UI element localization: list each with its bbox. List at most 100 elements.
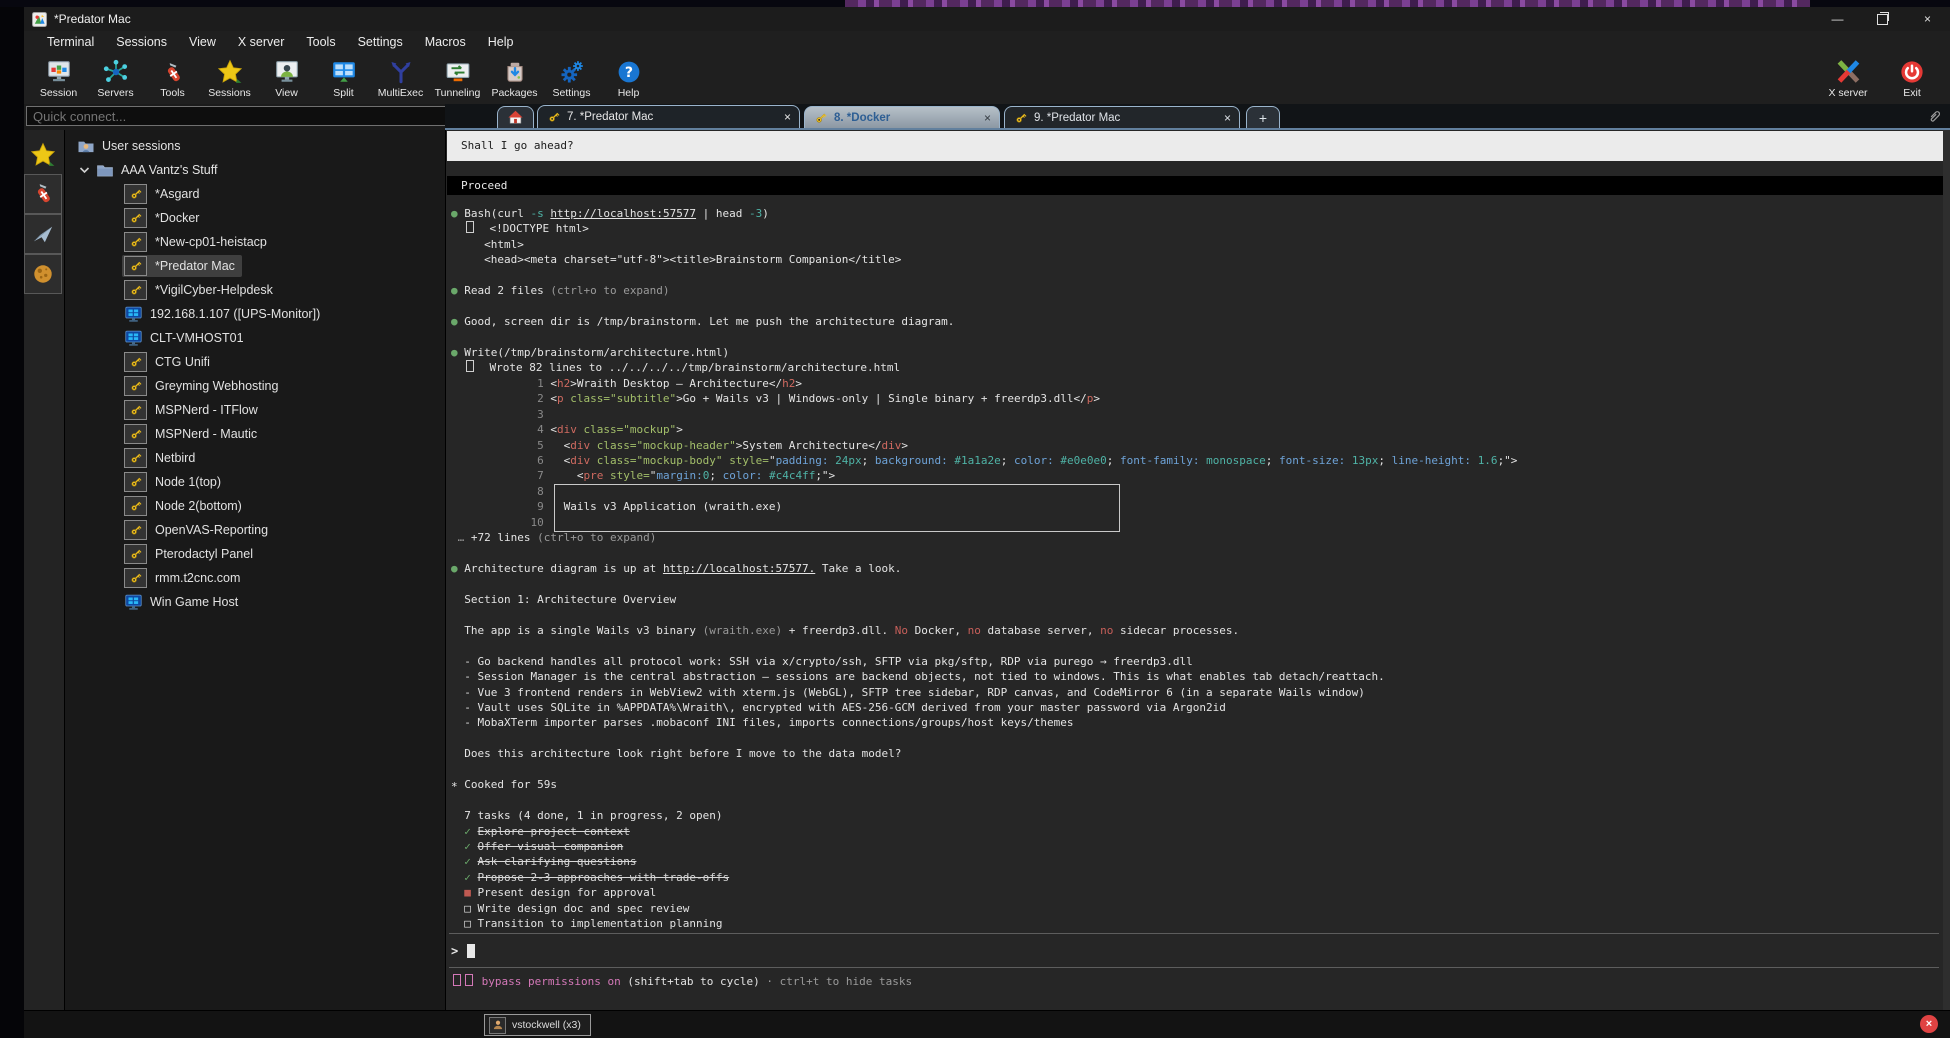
minimize-button[interactable]: — bbox=[1815, 7, 1860, 31]
key-icon bbox=[124, 568, 147, 588]
status-bar: vstockwell (x3) × bbox=[24, 1010, 1950, 1038]
toolbar-packages-button[interactable]: Packages bbox=[486, 53, 543, 103]
rdp-icon bbox=[124, 330, 143, 347]
quick-connect-input[interactable] bbox=[26, 106, 449, 126]
macros-panel-tab[interactable] bbox=[24, 214, 62, 254]
terminal-line: ● Bash(curl -s http://localhost:57577 | … bbox=[451, 206, 1941, 221]
key-icon bbox=[124, 184, 147, 204]
notification-close-button[interactable]: × bbox=[1920, 1015, 1938, 1033]
new-tab-button[interactable]: + bbox=[1246, 106, 1280, 128]
star-icon bbox=[217, 53, 243, 85]
quick-connect-row bbox=[24, 104, 445, 130]
terminal-line: The app is a single Wails v3 binary (wra… bbox=[451, 623, 1941, 638]
tree-item-netbird[interactable]: Netbird bbox=[65, 446, 445, 470]
terminal-scrollbar[interactable] bbox=[1943, 130, 1950, 1010]
terminal-line bbox=[451, 793, 1941, 808]
toolbar-tools-button[interactable]: Tools bbox=[144, 53, 201, 103]
toolbar-help-button[interactable]: ?Help bbox=[600, 53, 657, 103]
packages-icon bbox=[502, 53, 528, 85]
menu-x-server[interactable]: X server bbox=[227, 35, 296, 49]
terminal-line: 2 <p class="subtitle">Go + Wails v3 | Wi… bbox=[451, 391, 1941, 406]
mobaxterm-screen: *Predator Mac — × TerminalSessionsViewX … bbox=[0, 0, 1950, 1038]
toolbar-split-button[interactable]: Split bbox=[315, 53, 372, 103]
menu-view[interactable]: View bbox=[178, 35, 227, 49]
tree-item-ctg-unifi[interactable]: CTG Unifi bbox=[65, 350, 445, 374]
menu-settings[interactable]: Settings bbox=[347, 35, 414, 49]
tree-item-win-game-host[interactable]: Win Game Host bbox=[65, 590, 445, 614]
key-icon bbox=[124, 280, 147, 300]
prompt-divider-bottom bbox=[449, 967, 1939, 968]
terminal-line bbox=[451, 731, 1941, 746]
user-session-button[interactable]: vstockwell (x3) bbox=[484, 1014, 591, 1036]
tree-item-mspnerd-mautic[interactable]: MSPNerd - Mautic bbox=[65, 422, 445, 446]
tab-close-icon[interactable]: × bbox=[1216, 111, 1231, 125]
tree-item-asgard[interactable]: *Asgard bbox=[65, 182, 445, 206]
toolbar-sessions-button[interactable]: Sessions bbox=[201, 53, 258, 103]
tree-item-node-1-top[interactable]: Node 1(top) bbox=[65, 470, 445, 494]
tree-item-user-sessions[interactable]: User sessions bbox=[65, 134, 445, 158]
menu-sessions[interactable]: Sessions bbox=[105, 35, 178, 49]
toolbar-x-server-button[interactable]: X server bbox=[1816, 53, 1880, 103]
toolbar-label: X server bbox=[1828, 87, 1867, 99]
menu-macros[interactable]: Macros bbox=[414, 35, 477, 49]
terminal-line bbox=[451, 330, 1941, 345]
terminal-area[interactable]: Shall I go ahead? Proceed ● Bash(curl -s… bbox=[445, 130, 1950, 1010]
key-icon bbox=[124, 208, 147, 228]
chevron-down-icon[interactable] bbox=[79, 166, 90, 174]
maximize-button[interactable] bbox=[1860, 7, 1905, 31]
tab-7-predator-mac[interactable]: 7. *Predator Mac × bbox=[537, 105, 800, 128]
prompt-line[interactable]: > bbox=[451, 938, 475, 964]
rdp-icon bbox=[124, 306, 143, 323]
house-icon bbox=[507, 109, 524, 126]
terminal-line bbox=[451, 546, 1941, 561]
proceed-option[interactable]: Proceed bbox=[447, 176, 1950, 195]
sessions-panel-tab[interactable] bbox=[24, 136, 62, 174]
toolbar-servers-button[interactable]: Servers bbox=[87, 53, 144, 103]
tree-item-predator-mac[interactable]: *Predator Mac bbox=[65, 254, 445, 278]
tree-item-label: Node 1(top) bbox=[155, 475, 221, 489]
menu-terminal[interactable]: Terminal bbox=[36, 35, 105, 49]
menu-tools[interactable]: Tools bbox=[295, 35, 346, 49]
tree-item-mspnerd-itflow[interactable]: MSPNerd - ITFlow bbox=[65, 398, 445, 422]
tree-item-aaa-vantz-s-stuff[interactable]: AAA Vantz's Stuff bbox=[65, 158, 445, 182]
key-icon bbox=[124, 232, 147, 252]
toolbar-settings-button[interactable]: Settings bbox=[543, 53, 600, 103]
toolbar-exit-button[interactable]: Exit bbox=[1880, 53, 1944, 103]
tree-item-vigilcyber-helpdesk[interactable]: *VigilCyber-Helpdesk bbox=[65, 278, 445, 302]
tree-item-label: Win Game Host bbox=[150, 595, 238, 609]
globe-icon bbox=[32, 263, 54, 285]
close-button[interactable]: × bbox=[1905, 7, 1950, 31]
toolbar-view-button[interactable]: View bbox=[258, 53, 315, 103]
key-icon bbox=[124, 520, 147, 540]
attachment-icon[interactable] bbox=[1927, 109, 1942, 129]
tree-item-pterodactyl-panel[interactable]: Pterodactyl Panel bbox=[65, 542, 445, 566]
tree-item-node-2-bottom[interactable]: Node 2(bottom) bbox=[65, 494, 445, 518]
tree-item-greyming-webhosting[interactable]: Greyming Webhosting bbox=[65, 374, 445, 398]
tree-item-docker[interactable]: *Docker bbox=[65, 206, 445, 230]
terminal-line: ✓ Explore project context bbox=[451, 824, 1941, 839]
home-tab[interactable] bbox=[497, 106, 534, 128]
terminal-line bbox=[451, 638, 1941, 653]
tab-9-predator-mac[interactable]: 9. *Predator Mac× bbox=[1004, 106, 1240, 128]
tree-item-clt-vmhost01[interactable]: CLT-VMHOST01 bbox=[65, 326, 445, 350]
servers-icon bbox=[103, 53, 129, 85]
menu-help[interactable]: Help bbox=[477, 35, 525, 49]
tree-item-new-cp01-heistacp[interactable]: *New-cp01-heistacp bbox=[65, 230, 445, 254]
tab-close-icon[interactable]: × bbox=[976, 111, 991, 125]
tab-8-docker[interactable]: 8. *Docker× bbox=[804, 106, 1000, 128]
toolbar-multiexec-button[interactable]: MultiExec bbox=[372, 53, 429, 103]
key-icon bbox=[124, 472, 147, 492]
remote-monitoring-panel-tab[interactable] bbox=[24, 254, 62, 294]
user-label: vstockwell (x3) bbox=[512, 1019, 581, 1031]
exit-icon bbox=[1899, 53, 1925, 85]
tree-item-openvas-reporting[interactable]: OpenVAS-Reporting bbox=[65, 518, 445, 542]
tab-close-icon[interactable]: × bbox=[776, 110, 791, 124]
toolbar-session-button[interactable]: Session bbox=[30, 53, 87, 103]
tree-item-rmm-t2cnc-com[interactable]: rmm.t2cnc.com bbox=[65, 566, 445, 590]
tools-panel-tab[interactable] bbox=[24, 174, 62, 214]
knife-icon bbox=[161, 53, 185, 85]
tree-item-192-168-1-107-ups-monitor[interactable]: 192.168.1.107 ([UPS-Monitor]) bbox=[65, 302, 445, 326]
toolbar-tunneling-button[interactable]: Tunneling bbox=[429, 53, 486, 103]
tab-label: 7. *Predator Mac bbox=[567, 111, 653, 123]
terminal-line: ✓ Offer visual companion bbox=[451, 839, 1941, 854]
